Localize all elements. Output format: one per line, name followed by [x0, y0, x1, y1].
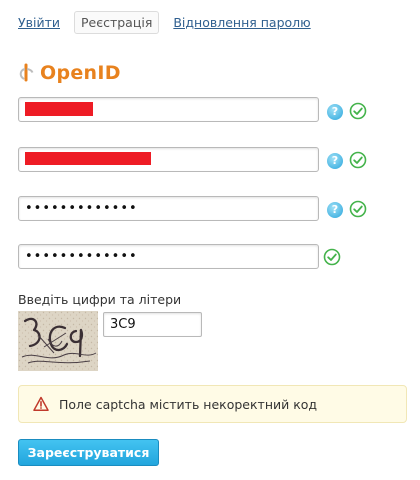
captcha-label: Введіть цифри та літери [18, 292, 182, 307]
redacted-value [25, 102, 93, 116]
error-message-text: Поле captcha містить некоректний код [59, 397, 318, 412]
help-icon[interactable]: ? [327, 202, 343, 218]
valid-check-icon [349, 200, 367, 218]
registration-page: Увійти Реєстрація Відновлення паролю Ope… [0, 0, 420, 480]
help-icon[interactable]: ? [327, 104, 343, 120]
openid-logo[interactable]: OpenID [18, 60, 121, 86]
warning-icon [33, 396, 49, 411]
captcha-input[interactable]: 3C9 [103, 312, 202, 337]
redacted-value [25, 152, 151, 165]
openid-logo-text: OpenID [40, 62, 121, 84]
valid-check-icon [349, 102, 367, 120]
password-mask: ••••••••••••• [25, 201, 138, 216]
tab-password-recovery[interactable]: Відновлення паролю [173, 15, 310, 30]
confirm-password-field[interactable]: ••••••••••••• [18, 244, 319, 269]
password-field[interactable]: ••••••••••••• [18, 196, 319, 221]
captcha-image [18, 311, 98, 371]
help-icon[interactable]: ? [327, 153, 343, 169]
valid-check-icon [323, 248, 341, 266]
register-button[interactable]: Зареєструватися [18, 439, 159, 466]
auth-tabs: Увійти Реєстрація Відновлення паролю [18, 10, 325, 34]
email-field[interactable] [18, 147, 319, 172]
tab-register[interactable]: Реєстрація [74, 10, 160, 34]
valid-check-icon [349, 151, 367, 169]
confirm-password-mask: ••••••••••••• [25, 249, 138, 264]
username-field[interactable] [18, 97, 319, 122]
tab-login[interactable]: Увійти [18, 15, 60, 30]
error-message-box: Поле captcha містить некоректний код [18, 385, 407, 423]
openid-icon [19, 63, 34, 82]
